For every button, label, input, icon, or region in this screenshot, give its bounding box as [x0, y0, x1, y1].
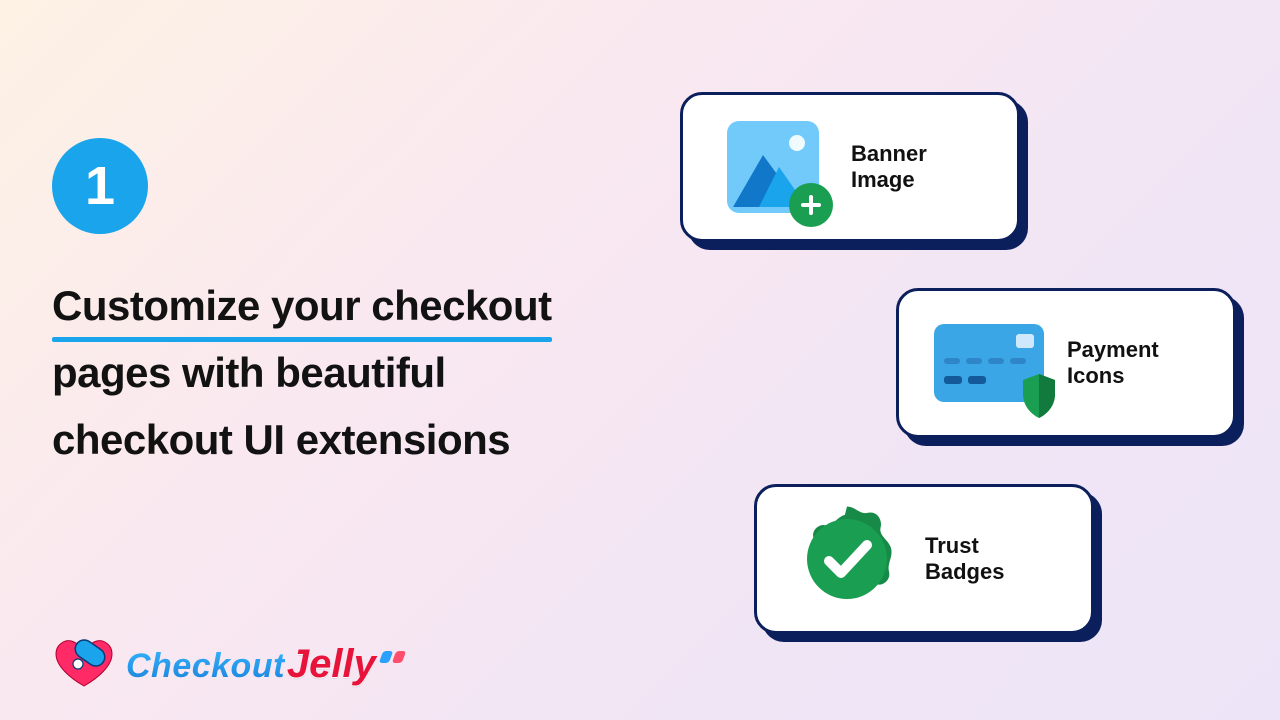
credit-card-shield-icon: [929, 324, 1049, 402]
headline-line-1: Customize your checkout: [52, 272, 552, 339]
feature-label: Trust Badges: [925, 533, 1061, 585]
logo-word-1: Checkout: [126, 647, 285, 686]
heart-pill-icon: [52, 638, 116, 690]
headline-line-3: checkout UI extensions: [52, 416, 510, 463]
feature-label: Payment Icons: [1067, 337, 1203, 389]
checkout-jelly-logo: Checkout Jelly: [52, 638, 402, 690]
sparkle-icon: [378, 650, 404, 668]
verified-badge-icon: [787, 504, 907, 614]
feature-card-trust: Trust Badges: [754, 484, 1094, 634]
headline-line-2: pages with beautiful: [52, 349, 446, 396]
feature-card-banner: Banner Image: [680, 92, 1020, 242]
logo-word-2: Jelly: [287, 642, 376, 687]
headline: Customize your checkout pages with beaut…: [52, 272, 652, 474]
step-badge: 1: [52, 138, 148, 234]
image-add-icon: [713, 121, 833, 213]
logo-text: Checkout Jelly: [126, 642, 402, 687]
feature-card-payment: Payment Icons: [896, 288, 1236, 438]
plus-icon: [789, 183, 833, 227]
step-number: 1: [85, 159, 115, 213]
feature-label: Banner Image: [851, 141, 987, 193]
